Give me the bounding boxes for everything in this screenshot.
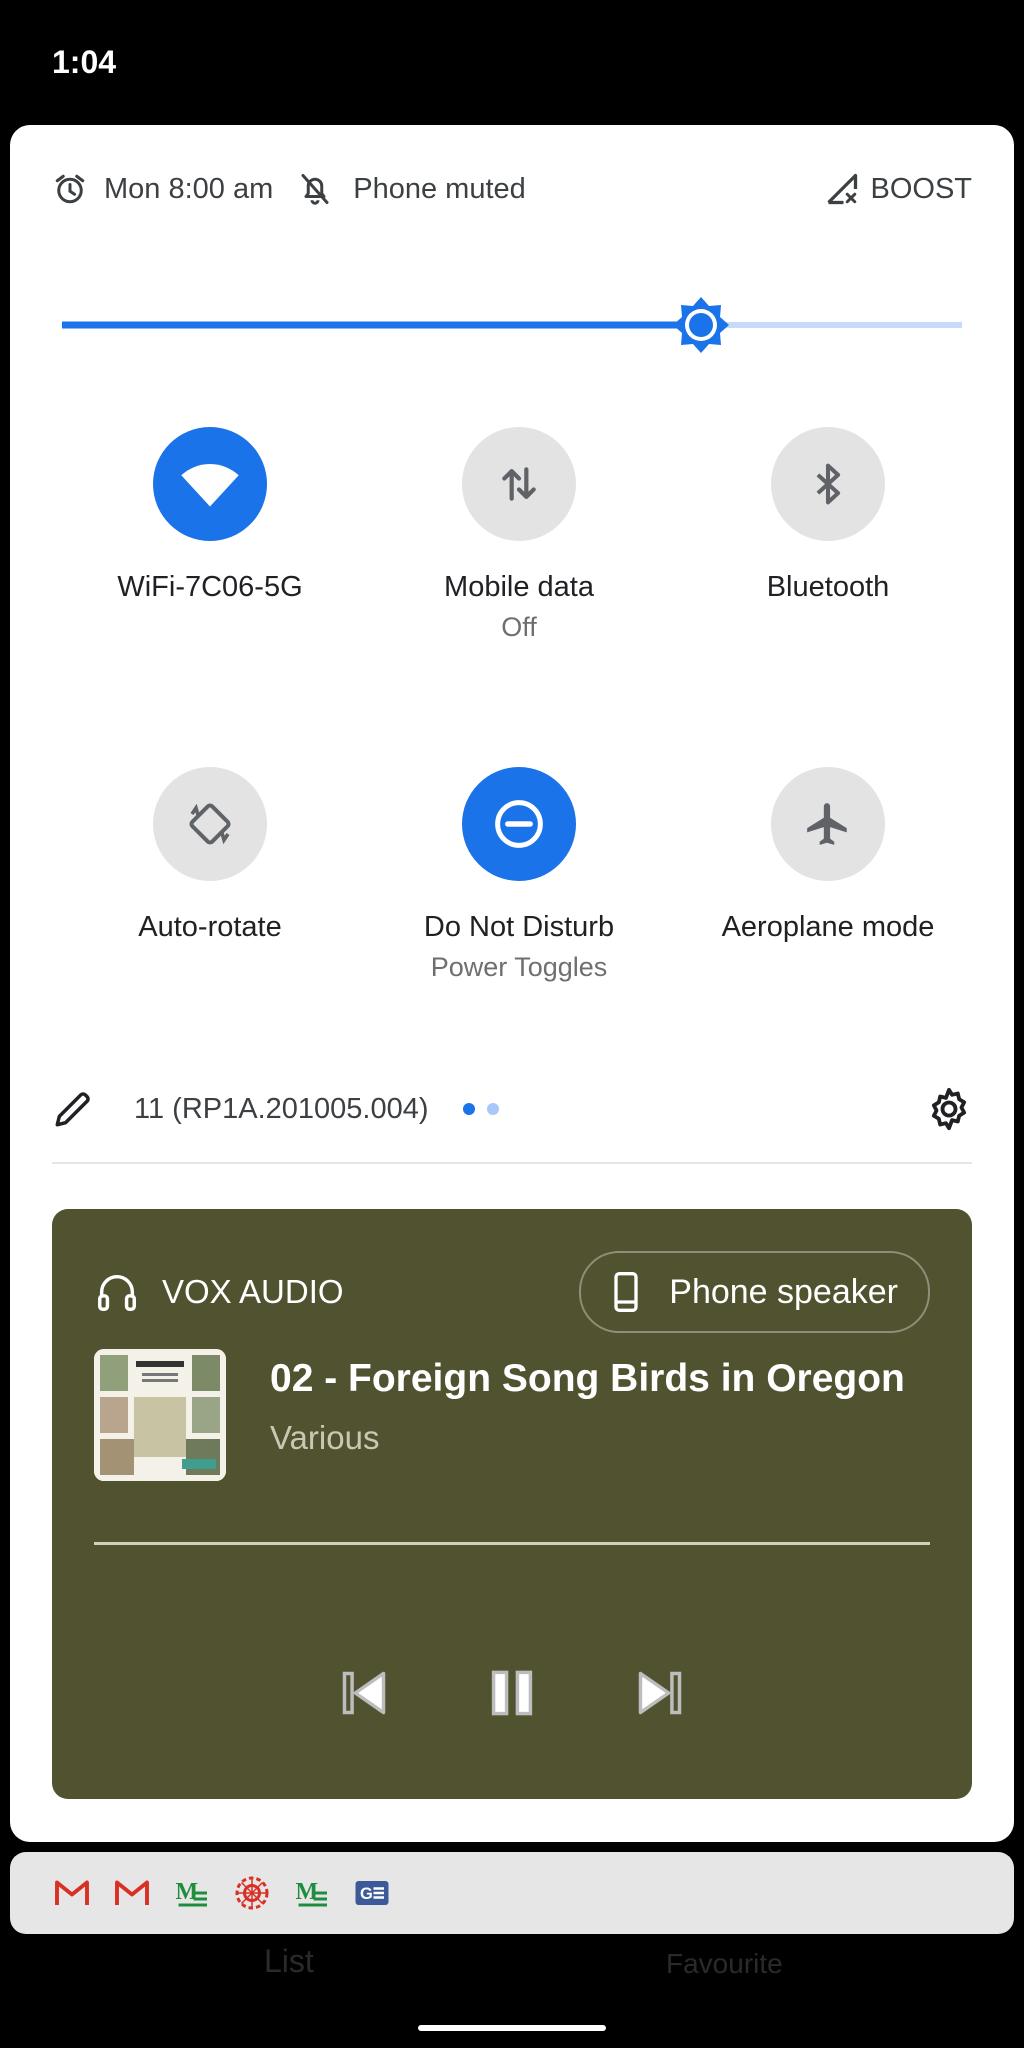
bell-off-icon [301,174,329,205]
tile-sublabel: Power Toggles [430,952,608,982]
dnd-toggle[interactable] [462,767,576,881]
gmail-icon[interactable] [114,1875,150,1911]
tile-label: Aeroplane mode [721,911,935,943]
mobile-data-icon [502,467,536,501]
aeroplane-toggle[interactable] [771,767,885,881]
media-app-header: VOX AUDIO [94,1269,344,1315]
auto-rotate-icon [189,803,231,845]
airplane-icon [807,803,847,845]
seek-bar[interactable] [94,1542,930,1545]
media-player-card[interactable]: VOX AUDIO Phone speaker 02 - Foreign Son… [52,1209,972,1799]
bg-tab-favourite[interactable]: Favourite [666,1948,783,1980]
tile-label: Bluetooth [766,571,890,603]
pause-icon[interactable] [486,1667,538,1719]
quick-settings-panel: Mon 8:00 am Phone muted BOOST WiFi-7C06-… [10,125,1014,1842]
gmail-icon[interactable] [54,1875,90,1911]
app-dock: M M G [10,1852,1014,1934]
media-app-name: VOX AUDIO [162,1273,344,1310]
tile-label: Auto-rotate [138,911,282,943]
mobile-data-toggle[interactable] [462,427,576,541]
output-device-button[interactable]: Phone speaker [579,1251,930,1333]
skip-previous-icon[interactable] [338,1667,390,1719]
track-title: 02 - Foreign Song Birds in Oregon [270,1357,905,1400]
tile-auto-rotate[interactable]: Auto-rotate [60,767,360,944]
brightness-thumb-icon[interactable] [673,297,729,353]
playback-controls [52,1667,972,1719]
tile-bluetooth[interactable]: Bluetooth [678,427,978,604]
settings-gear-icon[interactable] [926,1086,972,1132]
edit-pencil-icon[interactable] [52,1088,94,1130]
carrier-name: BOOST [870,172,972,205]
alarm-text[interactable]: Mon 8:00 am [104,173,273,206]
auto-rotate-toggle[interactable] [153,767,267,881]
svg-text:G: G [360,1885,373,1903]
wifi-icon [181,464,239,507]
page-dot-1 [462,1103,475,1115]
page-dot-2 [486,1103,499,1115]
status-time: 1:04 [52,44,117,80]
tile-label: Mobile data [444,571,594,603]
bg-tab-list[interactable]: List [264,1943,314,1980]
smartphone-icon [614,1272,638,1312]
skip-next-icon[interactable] [634,1667,686,1719]
page-indicator [462,1103,499,1115]
tile-label: Do Not Disturb [423,911,615,943]
market-watch-icon[interactable]: M [174,1875,210,1911]
tile-mobile-data[interactable]: Mobile data Off [369,427,669,643]
target-icon[interactable] [234,1875,270,1911]
bluetooth-toggle[interactable] [771,427,885,541]
tile-wifi[interactable]: WiFi-7C06-5G [60,427,360,604]
headphones-icon [98,1275,136,1311]
tile-do-not-disturb[interactable]: Do Not Disturb Power Toggles [369,767,669,983]
output-device-label: Phone speaker [669,1272,898,1311]
album-art[interactable] [94,1349,226,1481]
bluetooth-icon [816,463,841,505]
build-number[interactable]: 11 (RP1A.201005.004) [134,1093,429,1126]
wifi-toggle[interactable] [153,427,267,541]
header-row: Mon 8:00 am Phone muted BOOST [52,169,972,209]
brightness-slider[interactable] [62,295,962,355]
divider [52,1162,972,1164]
no-signal-icon [827,173,858,205]
gesture-nav-handle[interactable] [418,2025,606,2031]
track-artist: Various [270,1419,380,1456]
qs-footer: 11 (RP1A.201005.004) [52,1077,972,1141]
tile-label: WiFi-7C06-5G [117,571,303,603]
tile-sublabel: Off [501,612,537,642]
ringer-status-text[interactable]: Phone muted [353,173,526,206]
alarm-icon[interactable] [52,171,88,207]
google-contacts-icon[interactable]: G [354,1875,390,1911]
market-watch-icon[interactable]: M [294,1875,330,1911]
dnd-icon [495,800,543,848]
tile-aeroplane-mode[interactable]: Aeroplane mode [678,767,978,944]
